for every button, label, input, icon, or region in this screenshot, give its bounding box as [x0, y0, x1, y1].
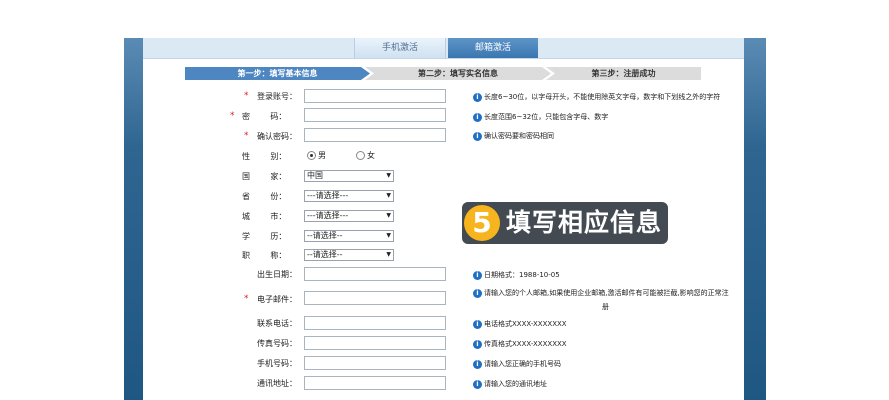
- title-select-value: --请选择--: [307, 250, 343, 259]
- step-3: 第三步：注册成功: [546, 67, 701, 80]
- info-icon: i: [473, 131, 482, 141]
- education-select-value: --请选择--: [307, 231, 343, 240]
- step-callout-text: 填写相应信息: [506, 208, 663, 237]
- info-icon: i: [473, 359, 482, 369]
- title-select[interactable]: --请选择-- ▼: [304, 249, 394, 261]
- password-input[interactable]: [304, 108, 446, 122]
- fax-input[interactable]: [304, 336, 446, 350]
- step-1: 第一步：填写基本信息: [185, 67, 370, 80]
- gender-female-option[interactable]: 女: [356, 150, 375, 162]
- password-hint-text: 长度范围6~32位，只能包含字母、数字: [484, 113, 609, 121]
- birthday-hint: i 日期格式：1988-10-05: [473, 269, 560, 281]
- tab-phone-activation[interactable]: 手机激活: [354, 38, 446, 58]
- mobile-input[interactable]: [304, 356, 446, 370]
- email-hint-text: 请输入您的个人邮箱,如果使用企业邮箱,激活邮件有可能被拦截,影响您的正常注: [484, 289, 729, 297]
- email-hint: i 请输入您的个人邮箱,如果使用企业邮箱,激活邮件有可能被拦截,影响您的正常注: [473, 287, 729, 299]
- phone-hint-text: 电话格式XXXX-XXXXXXX: [484, 320, 567, 328]
- email-label: 电子邮件：: [257, 295, 297, 304]
- city-label: 城 市：: [242, 212, 287, 221]
- username-input[interactable]: [304, 89, 446, 103]
- email-input[interactable]: [304, 291, 446, 305]
- password-hint: i 长度范围6~32位，只能包含字母、数字: [473, 111, 608, 123]
- radio-male[interactable]: [307, 151, 316, 160]
- info-icon: i: [473, 339, 482, 349]
- confirm-label: 确认密码：: [257, 132, 297, 141]
- chevron-down-icon: ▼: [386, 232, 391, 239]
- phone-input[interactable]: [304, 316, 446, 330]
- birthday-label: 出生日期：: [257, 270, 297, 279]
- phone-label: 联系电话：: [257, 319, 297, 328]
- confirm-password-input[interactable]: [304, 128, 446, 142]
- info-icon: i: [473, 288, 482, 298]
- tab-email-activation[interactable]: 邮箱激活: [448, 38, 538, 58]
- chevron-down-icon: ▼: [386, 172, 391, 179]
- province-select-value: ---请选择---: [307, 191, 349, 200]
- birthday-hint-text: 日期格式：1988-10-05: [484, 271, 560, 279]
- gender-male-option[interactable]: 男: [307, 150, 326, 162]
- gender-label: 性 别：: [242, 152, 287, 161]
- mobile-hint: i 请输入您正确的手机号码: [473, 358, 561, 370]
- username-label: 登录账号：: [257, 92, 297, 101]
- birthday-input[interactable]: [304, 267, 446, 281]
- info-icon: i: [473, 270, 482, 280]
- required-mark: *: [230, 111, 235, 121]
- gender-male-text: 男: [318, 151, 326, 160]
- info-icon: i: [473, 92, 482, 102]
- radio-female[interactable]: [356, 151, 365, 160]
- fax-hint-text: 传真格式XXXX-XXXXXXX: [484, 340, 567, 348]
- step-2: 第二步：填写实名信息: [365, 67, 551, 80]
- address-label: 通讯地址：: [257, 379, 297, 388]
- address-hint: i 请输入您的通讯地址: [473, 378, 547, 390]
- address-hint-text: 请输入您的通讯地址: [484, 380, 547, 388]
- chevron-down-icon: ▼: [386, 251, 391, 258]
- confirm-hint: i 确认密码要和密码相同: [473, 130, 554, 142]
- info-icon: i: [473, 379, 482, 389]
- fax-label: 传真号码：: [257, 339, 297, 348]
- address-input[interactable]: [304, 376, 446, 390]
- country-label: 国 家：: [242, 172, 287, 181]
- country-select[interactable]: 中国 ▼: [304, 170, 394, 182]
- city-select[interactable]: ---请选择--- ▼: [304, 210, 394, 222]
- username-hint: i 长度6~30位，以字母开头，不能使用除英文字母，数字和下划线之外的字符: [473, 91, 720, 103]
- title-label: 职 称：: [242, 251, 287, 260]
- email-hint-cont: 册: [602, 303, 609, 311]
- phone-hint: i 电话格式XXXX-XXXXXXX: [473, 318, 567, 330]
- required-mark: *: [244, 294, 249, 304]
- fax-hint: i 传真格式XXXX-XXXXXXX: [473, 338, 567, 350]
- username-hint-text: 长度6~30位，以字母开头，不能使用除英文字母，数字和下划线之外的字符: [484, 93, 721, 101]
- city-select-value: ---请选择---: [307, 211, 349, 220]
- education-label: 学 历：: [242, 232, 287, 241]
- mobile-label: 手机号码：: [257, 359, 297, 368]
- education-select[interactable]: --请选择-- ▼: [304, 230, 394, 242]
- province-select[interactable]: ---请选择--- ▼: [304, 190, 394, 202]
- province-label: 省 份：: [242, 192, 287, 201]
- country-select-value: 中国: [307, 171, 323, 180]
- progress-steps: 第一步：填写基本信息 第二步：填写实名信息 第三步：注册成功: [185, 67, 701, 80]
- info-icon: i: [473, 319, 482, 329]
- info-icon: i: [473, 112, 482, 122]
- chevron-down-icon: ▼: [386, 192, 391, 199]
- step-number-badge: 5: [464, 205, 500, 241]
- required-mark: *: [244, 131, 249, 141]
- gender-female-text: 女: [367, 151, 375, 160]
- confirm-hint-text: 确认密码要和密码相同: [484, 132, 554, 140]
- mobile-hint-text: 请输入您正确的手机号码: [484, 360, 561, 368]
- password-label: 密 码：: [242, 112, 287, 121]
- chevron-down-icon: ▼: [386, 212, 391, 219]
- required-mark: *: [244, 91, 249, 101]
